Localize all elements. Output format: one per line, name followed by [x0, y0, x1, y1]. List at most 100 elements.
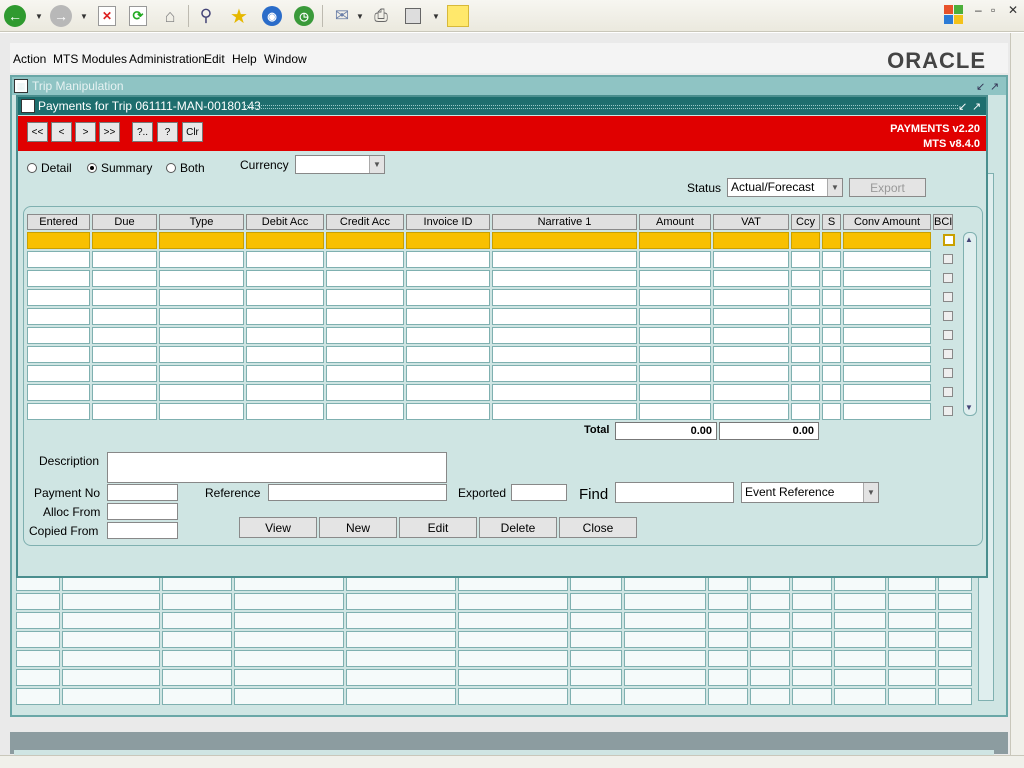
table-cell[interactable] [792, 669, 832, 686]
menu-action[interactable]: Action [13, 52, 46, 66]
mail-dropdown-icon[interactable]: ▼ [356, 12, 364, 21]
column-header[interactable]: Due [92, 214, 157, 230]
table-cell[interactable] [708, 631, 748, 648]
forward-dropdown-icon[interactable]: ▼ [80, 12, 88, 21]
table-cell[interactable] [888, 612, 936, 629]
first-record-button[interactable]: << [27, 122, 48, 142]
table-cell[interactable] [888, 593, 936, 610]
table-cell[interactable] [570, 669, 622, 686]
payments-window-titlebar[interactable]: ▦ Payments for Trip 061111-MAN-00180143 … [18, 97, 986, 115]
table-cell[interactable] [938, 650, 972, 667]
scroll-down-icon[interactable]: ▼ [965, 403, 973, 412]
table-cell[interactable] [938, 612, 972, 629]
query-button[interactable]: ?.. [132, 122, 153, 142]
table-cell[interactable] [834, 688, 886, 705]
table-cell[interactable] [492, 289, 637, 306]
next-record-button[interactable]: > [75, 122, 96, 142]
table-cell[interactable] [750, 669, 790, 686]
previous-record-button[interactable]: < [51, 122, 72, 142]
table-cell[interactable] [234, 688, 344, 705]
table-cell[interactable] [346, 650, 456, 667]
table-cell[interactable] [27, 270, 90, 287]
table-cell[interactable] [639, 308, 711, 325]
table-cell[interactable] [346, 612, 456, 629]
table-cell[interactable] [162, 631, 232, 648]
minimize-icon[interactable]: – [975, 3, 982, 17]
browser-vertical-scrollbar[interactable] [1010, 33, 1024, 755]
table-cell[interactable] [346, 631, 456, 648]
table-cell[interactable] [639, 403, 711, 420]
table-cell[interactable] [822, 365, 841, 382]
refresh-icon[interactable]: ⟳ [127, 4, 149, 28]
table-cell[interactable] [159, 327, 244, 344]
table-cell[interactable] [843, 346, 931, 363]
table-cell[interactable] [750, 612, 790, 629]
close-button[interactable]: Close [559, 517, 637, 538]
table-cell[interactable] [16, 688, 60, 705]
table-cell[interactable] [246, 232, 324, 249]
table-cell[interactable] [938, 669, 972, 686]
table-cell[interactable] [713, 384, 789, 401]
table-cell[interactable] [492, 365, 637, 382]
table-cell[interactable] [834, 593, 886, 610]
trip-window-title[interactable]: ▦ Trip Manipulation ↙ ↗ [12, 77, 1006, 95]
table-cell[interactable] [750, 593, 790, 610]
chevron-down-icon[interactable]: ▼ [863, 483, 878, 502]
bci-checkbox[interactable] [943, 234, 955, 246]
table-cell[interactable] [62, 650, 160, 667]
table-cell[interactable] [492, 251, 637, 268]
table-cell[interactable] [406, 232, 490, 249]
table-cell[interactable] [570, 631, 622, 648]
table-cell[interactable] [834, 612, 886, 629]
table-cell[interactable] [834, 631, 886, 648]
table-cell[interactable] [822, 403, 841, 420]
chevron-down-icon[interactable]: ▼ [827, 179, 842, 196]
table-cell[interactable] [326, 365, 404, 382]
table-cell[interactable] [791, 384, 820, 401]
table-cell[interactable] [708, 650, 748, 667]
table-cell[interactable] [888, 631, 936, 648]
table-row[interactable] [27, 403, 955, 421]
column-header[interactable]: Conv Amount [843, 214, 931, 230]
table-cell[interactable] [234, 650, 344, 667]
minimize-icon[interactable]: ↙ [976, 78, 985, 96]
table-cell[interactable] [843, 308, 931, 325]
table-row[interactable] [27, 327, 955, 345]
table-cell[interactable] [822, 232, 841, 249]
bci-checkbox[interactable] [943, 311, 953, 321]
table-cell[interactable] [624, 669, 706, 686]
table-cell[interactable] [27, 251, 90, 268]
table-cell[interactable] [624, 650, 706, 667]
table-cell[interactable] [159, 232, 244, 249]
table-cell[interactable] [822, 270, 841, 287]
table-cell[interactable] [406, 289, 490, 306]
radio-both[interactable]: Both [166, 161, 205, 175]
table-cell[interactable] [246, 270, 324, 287]
minimize-icon[interactable]: ↙ [958, 98, 967, 116]
table-cell[interactable] [92, 308, 157, 325]
table-cell[interactable] [159, 384, 244, 401]
table-cell[interactable] [27, 232, 90, 249]
table-cell[interactable] [791, 403, 820, 420]
table-cell[interactable] [27, 384, 90, 401]
table-cell[interactable] [234, 593, 344, 610]
stop-icon[interactable]: ✕ [96, 4, 118, 28]
table-cell[interactable] [162, 593, 232, 610]
table-cell[interactable] [326, 270, 404, 287]
table-cell[interactable] [791, 365, 820, 382]
table-cell[interactable] [791, 232, 820, 249]
find-by-select[interactable]: Event Reference ▼ [741, 482, 879, 503]
menu-mts-modules[interactable]: MTS Modules [53, 52, 127, 66]
mail-icon[interactable]: ✉ [330, 4, 354, 28]
copied-from-field[interactable] [107, 522, 178, 539]
table-cell[interactable] [92, 289, 157, 306]
table-cell[interactable] [750, 650, 790, 667]
table-cell[interactable] [570, 593, 622, 610]
table-cell[interactable] [570, 650, 622, 667]
exported-field[interactable] [511, 484, 567, 501]
table-cell[interactable] [162, 612, 232, 629]
table-cell[interactable] [822, 251, 841, 268]
currency-select[interactable]: ▼ [295, 155, 385, 174]
table-cell[interactable] [822, 327, 841, 344]
clear-button[interactable]: Clr [182, 122, 203, 142]
